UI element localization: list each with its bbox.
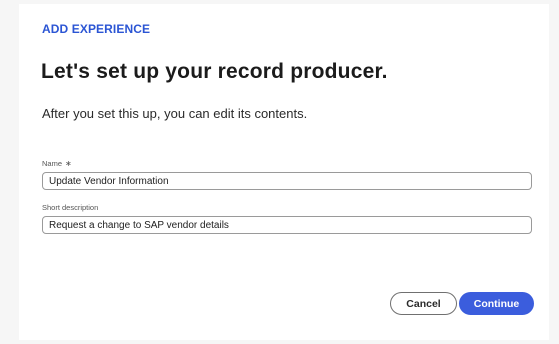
- required-marker: ∗: [65, 159, 72, 168]
- name-field-label: Name ∗: [42, 159, 72, 168]
- record-producer-dialog: ADD EXPERIENCE Let's set up your record …: [19, 4, 549, 340]
- page-title: Let's set up your record producer.: [41, 60, 388, 83]
- name-field[interactable]: [42, 172, 532, 190]
- cancel-button[interactable]: Cancel: [390, 292, 457, 315]
- short-description-label: Short description: [42, 203, 99, 212]
- continue-button[interactable]: Continue: [459, 292, 534, 315]
- name-label-text: Name: [42, 159, 63, 168]
- page-subtitle: After you set this up, you can edit its …: [42, 106, 308, 121]
- eyebrow-heading: ADD EXPERIENCE: [42, 22, 151, 36]
- short-description-field[interactable]: [42, 216, 532, 234]
